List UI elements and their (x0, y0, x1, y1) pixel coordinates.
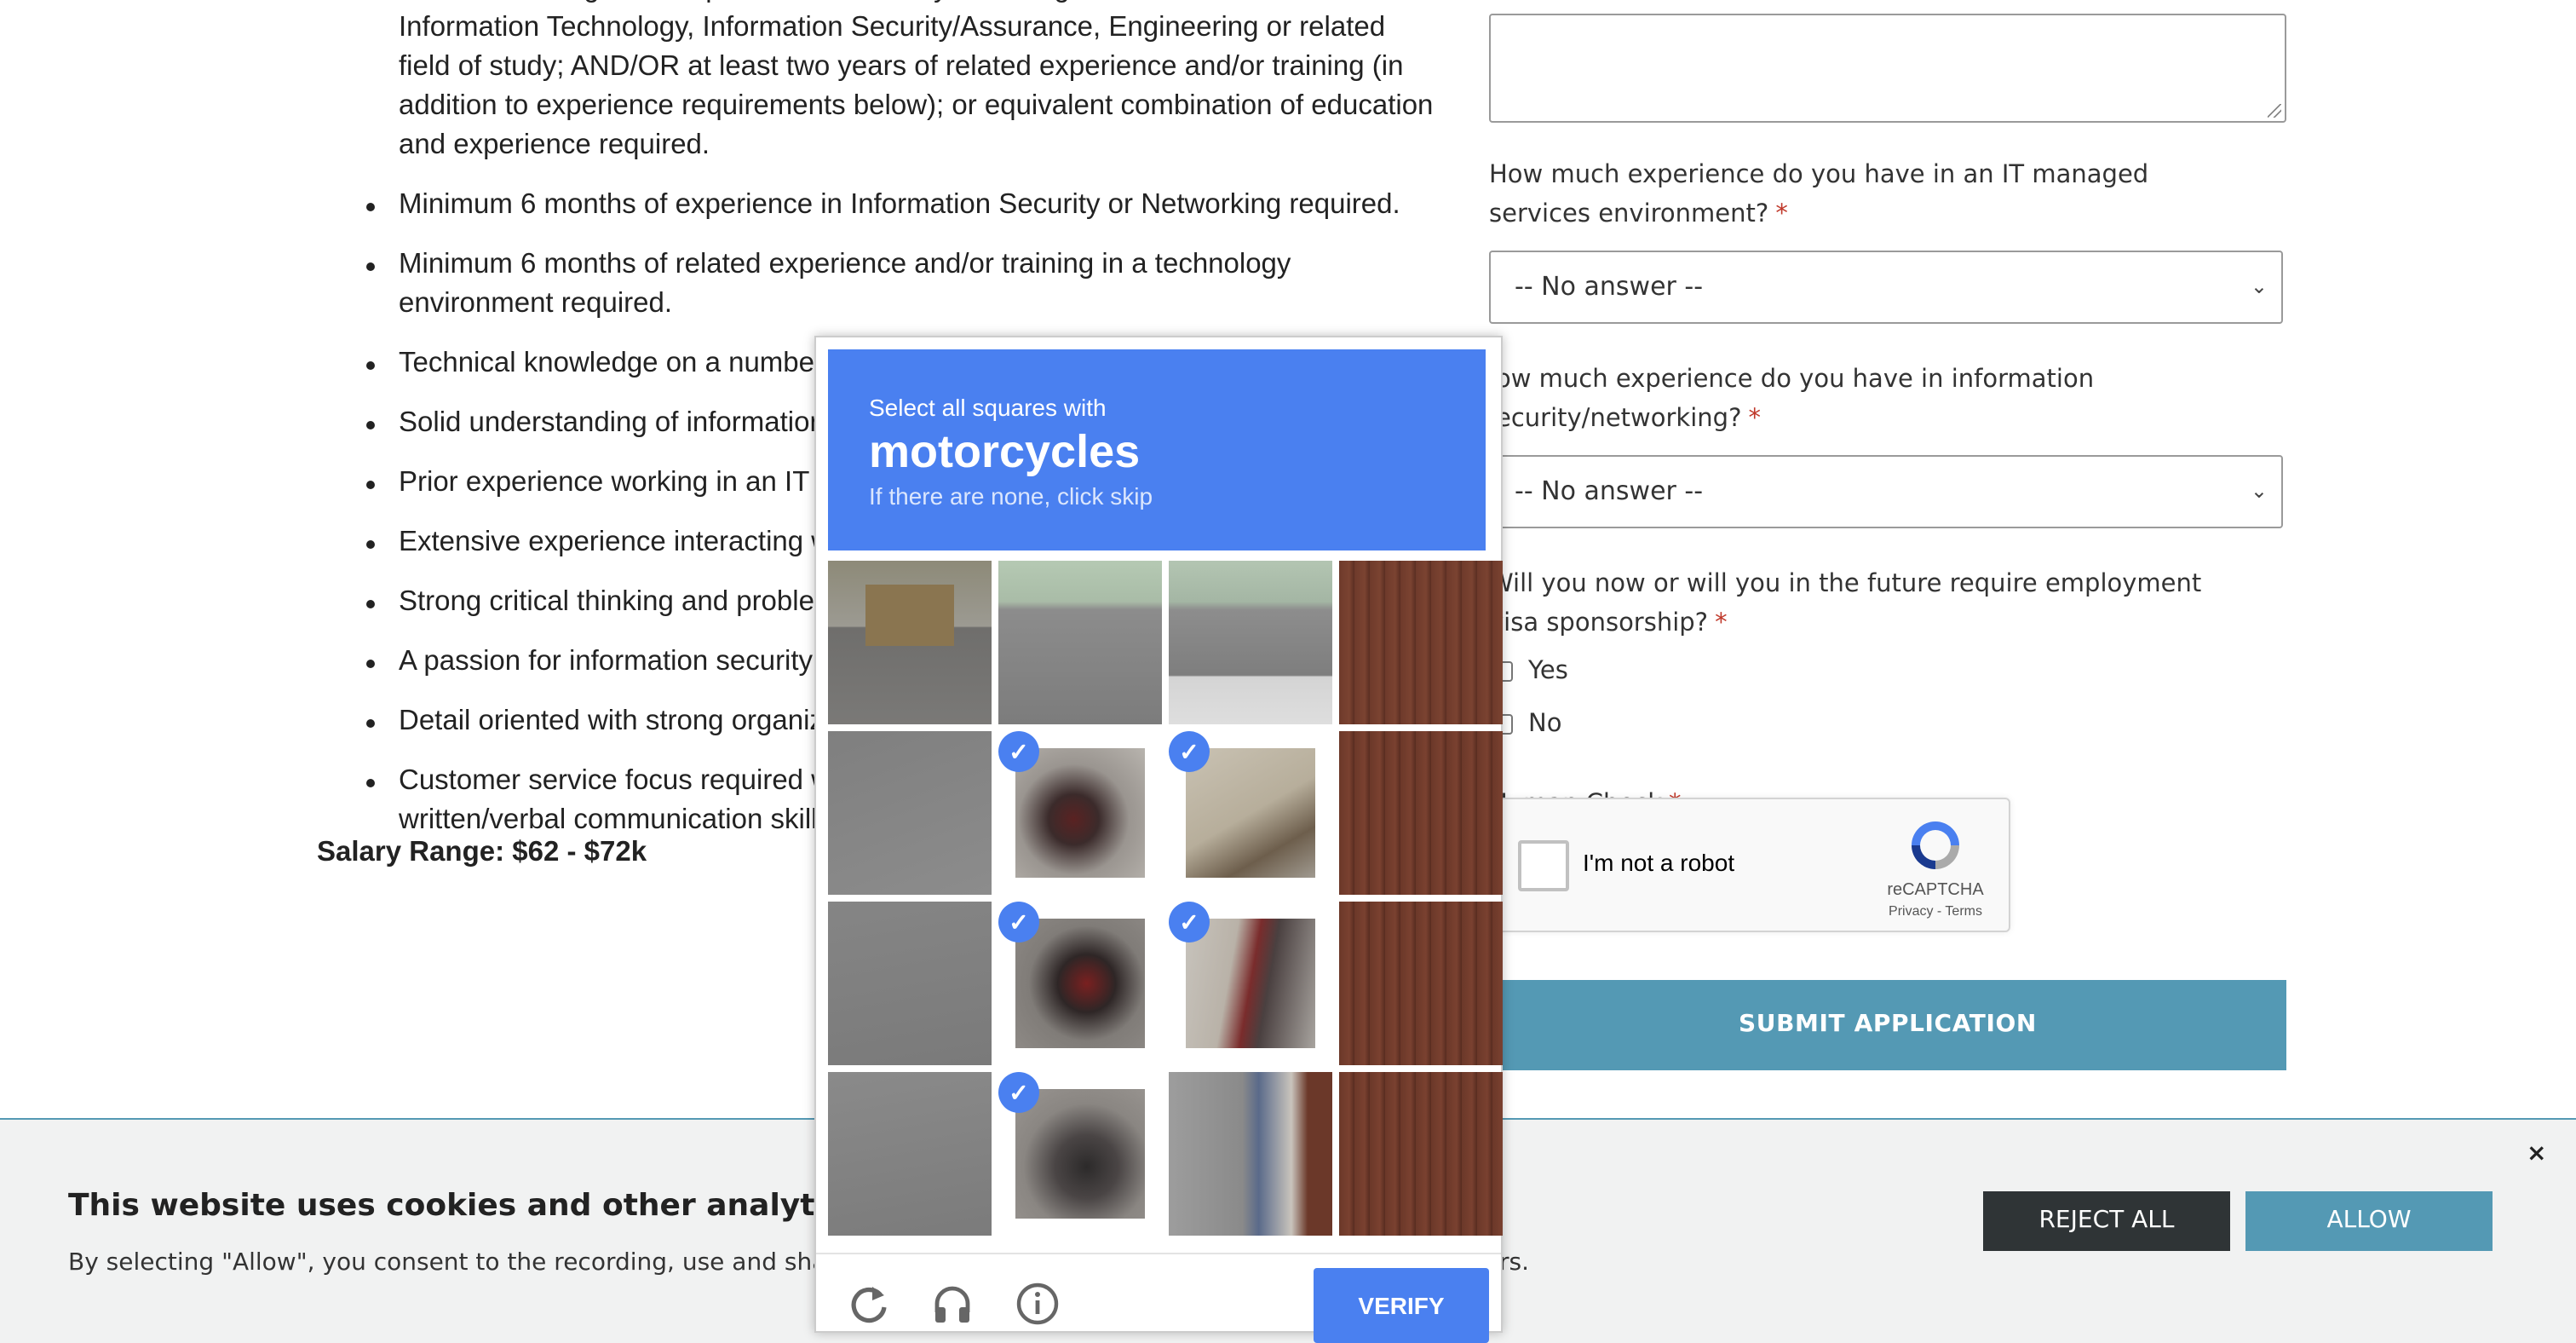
question-visa-sponsorship: Will you now or will you in the future r… (1489, 571, 2202, 637)
captcha-tile-selected[interactable]: ✓ (998, 731, 1162, 895)
checkmark-icon: ✓ (1169, 731, 1210, 772)
captcha-tile[interactable] (828, 1072, 992, 1236)
captcha-tile[interactable] (1339, 731, 1503, 895)
recaptcha-label: I'm not a robot (1583, 849, 1735, 876)
captcha-header: Select all squares with motorcycles If t… (828, 349, 1486, 550)
verify-button[interactable]: VERIFY (1314, 1268, 1489, 1343)
submit-application-button[interactable]: SUBMIT APPLICATION (1489, 980, 2286, 1070)
checkmark-icon: ✓ (998, 731, 1039, 772)
recaptcha-checkbox[interactable] (1518, 840, 1569, 891)
resize-handle-icon[interactable] (2268, 104, 2281, 118)
captcha-grid: ✓ ✓ ✓ ✓ ✓ (828, 561, 1509, 1242)
required-marker: * (1715, 610, 1728, 637)
list-item: Minimum 6 months of related experience a… (366, 245, 1440, 324)
captcha-footer: VERIFY (816, 1253, 1501, 1343)
cookie-body-tail: rs. (1499, 1249, 1529, 1277)
salary-range: Salary Range: $62 - $72k (317, 837, 647, 867)
captcha-tile[interactable] (1339, 561, 1503, 724)
checkmark-icon: ✓ (998, 1072, 1039, 1113)
recaptcha-widget: I'm not a robot reCAPTCHA Privacy - Term… (1492, 798, 2010, 932)
question-security-experience: ow much experience do you have in inform… (1496, 366, 2095, 433)
captcha-tile[interactable] (1339, 902, 1503, 1065)
captcha-tile[interactable] (1169, 1072, 1332, 1236)
captcha-tile-selected[interactable]: ✓ (1169, 902, 1332, 1065)
captcha-tile[interactable] (998, 561, 1162, 724)
reload-icon[interactable] (847, 1282, 891, 1326)
recaptcha-logo-icon (1912, 821, 1959, 869)
managed-services-select[interactable]: -- No answer -- ⌄ (1489, 251, 2283, 324)
application-page: Associate's Degree or equivalent from tw… (0, 0, 2576, 1343)
recaptcha-brand: reCAPTCHA (1887, 881, 1984, 900)
question-managed-services: How much experience do you have in an IT… (1489, 162, 2149, 228)
list-item: Minimum 6 months of experience in Inform… (366, 186, 1440, 225)
chevron-down-icon: ⌄ (2250, 479, 2268, 503)
captcha-instruction: Select all squares with (869, 394, 1107, 421)
headphones-icon[interactable] (930, 1282, 975, 1326)
captcha-challenge: Select all squares with motorcycles If t… (814, 336, 1503, 1343)
chevron-down-icon: ⌄ (2250, 274, 2268, 298)
checkmark-icon: ✓ (1169, 902, 1210, 942)
captcha-tile[interactable] (828, 731, 992, 895)
list-item: Associate's Degree or equivalent from tw… (366, 0, 1440, 165)
captcha-tile[interactable] (1339, 1072, 1503, 1236)
cookie-body: By selecting "Allow", you consent to the… (68, 1249, 874, 1277)
answer-textarea[interactable] (1489, 14, 2286, 123)
info-icon[interactable] (1015, 1282, 1060, 1326)
captcha-target: motorcycles (869, 426, 1141, 477)
checkmark-icon: ✓ (998, 902, 1039, 942)
required-marker: * (1748, 406, 1761, 433)
captcha-tile-selected[interactable]: ✓ (998, 1072, 1162, 1236)
reject-all-button[interactable]: REJECT ALL (1983, 1191, 2230, 1251)
captcha-tile[interactable] (1169, 561, 1332, 724)
captcha-tile[interactable] (828, 561, 992, 724)
captcha-tile-selected[interactable]: ✓ (1169, 731, 1332, 895)
required-marker: * (1775, 201, 1788, 228)
select-value: -- No answer -- (1515, 271, 1704, 302)
captcha-hint: If there are none, click skip (869, 482, 1153, 510)
captcha-tile[interactable] (828, 902, 992, 1065)
list-item: Customer service focus required wit writ… (366, 762, 850, 840)
allow-button[interactable]: ALLOW (2245, 1191, 2493, 1251)
security-experience-select[interactable]: -- No answer -- ⌄ (1489, 455, 2283, 528)
select-value: -- No answer -- (1515, 476, 1704, 506)
recaptcha-terms-link[interactable]: Privacy - Terms (1869, 903, 2002, 919)
captcha-tile-selected[interactable]: ✓ (998, 902, 1162, 1065)
close-icon[interactable]: × (2527, 1140, 2546, 1167)
